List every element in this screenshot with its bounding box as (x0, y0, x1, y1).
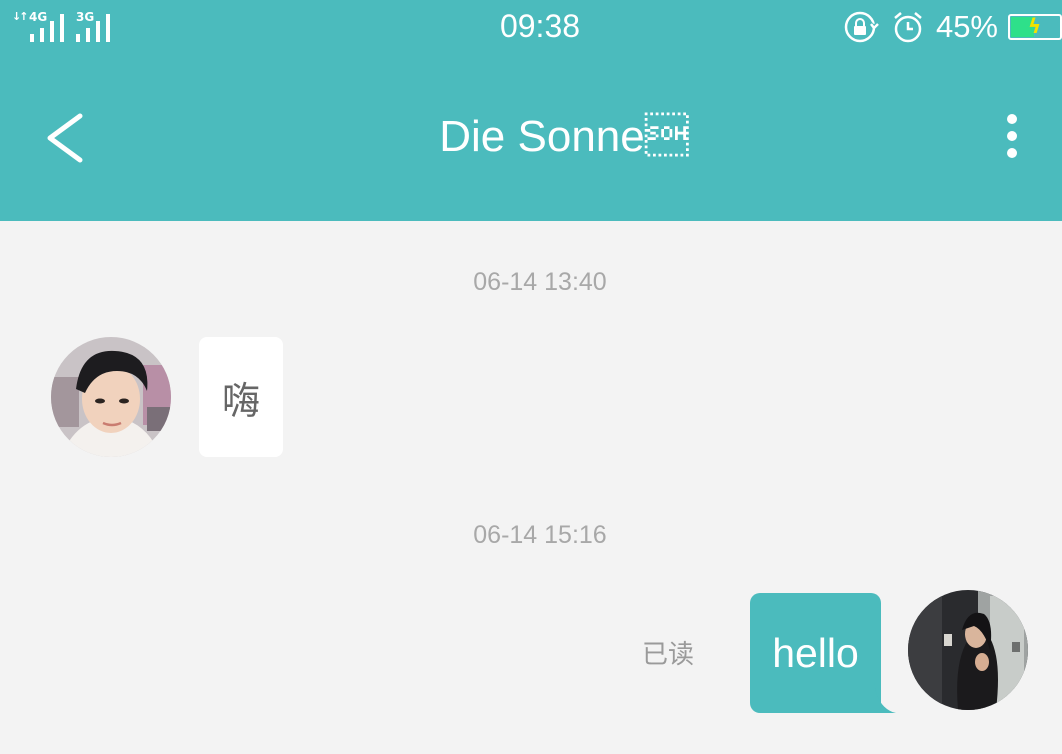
charging-bolt-icon: ϟ (1028, 14, 1042, 38)
message-timestamp: 06-14 15:16 (473, 521, 607, 549)
chat-title: Die Sonne (439, 112, 689, 161)
contact-avatar[interactable] (51, 337, 171, 457)
battery-percent: 45% (935, 9, 998, 44)
rotation-lock-icon (844, 11, 880, 43)
user-avatar[interactable] (908, 590, 1028, 710)
more-vertical-icon[interactable] (1000, 114, 1024, 162)
battery-icon: ϟ (1008, 14, 1062, 40)
outgoing-message-bubble[interactable]: hello (750, 593, 881, 713)
message-timestamp: 06-14 13:40 (473, 268, 607, 296)
header-bar: ↓↑ 4G 3G 09:38 (0, 0, 1062, 221)
bubble-tail (874, 683, 896, 713)
read-receipt: 已读 (642, 640, 695, 670)
status-right-group: 45% ϟ (844, 9, 1062, 44)
alarm-icon (894, 12, 922, 43)
incoming-message-bubble[interactable]: 嗨 (199, 337, 283, 457)
